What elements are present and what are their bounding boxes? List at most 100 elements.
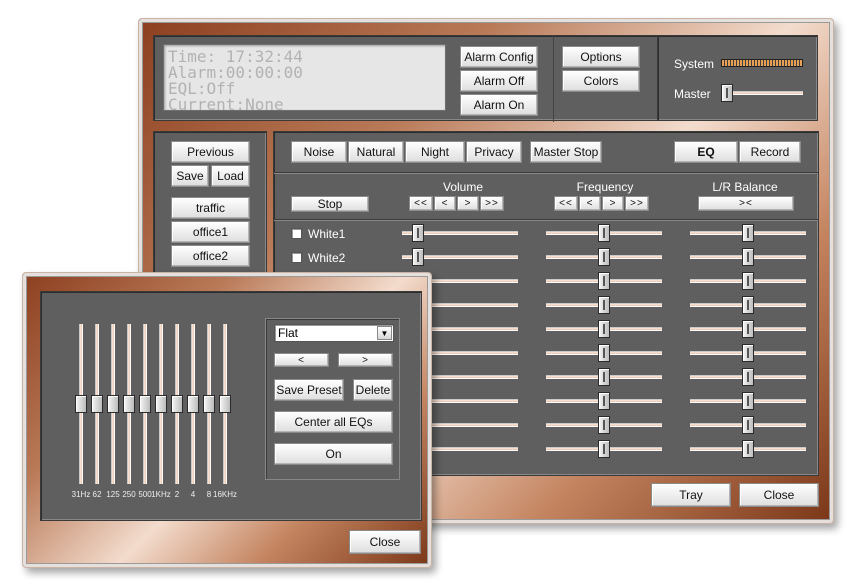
- eq-band-thumb[interactable]: [139, 395, 151, 413]
- channel-label: White1: [308, 227, 346, 241]
- privacy-button[interactable]: Privacy: [466, 141, 522, 163]
- eq-band-thumb[interactable]: [187, 395, 199, 413]
- eq-band-thumb[interactable]: [91, 395, 103, 413]
- eq-band-thumb[interactable]: [75, 395, 87, 413]
- balance-slider-thumb[interactable]: [742, 296, 754, 314]
- eq-on-button[interactable]: On: [274, 443, 393, 465]
- frequency-back-button[interactable]: <: [579, 196, 601, 211]
- frequency-slider-thumb[interactable]: [598, 224, 610, 242]
- balance-slider-thumb[interactable]: [742, 392, 754, 410]
- preset-traffic-button[interactable]: traffic: [171, 197, 250, 219]
- balance-slider-thumb[interactable]: [742, 344, 754, 362]
- master-stop-button[interactable]: Master Stop: [530, 141, 602, 163]
- balance-slider-thumb[interactable]: [742, 368, 754, 386]
- balance-slider-thumb[interactable]: [742, 416, 754, 434]
- frequency-slider-thumb[interactable]: [598, 320, 610, 338]
- eq-band-label: 8: [206, 490, 212, 499]
- eq-band-label: 250: [122, 490, 136, 499]
- channel-checkbox[interactable]: [291, 228, 302, 239]
- volume-fast-forward-button[interactable]: >>: [480, 196, 504, 211]
- frequency-slider-thumb[interactable]: [598, 272, 610, 290]
- eq-band-label: 2: [174, 490, 180, 499]
- eq-band-label: 500: [138, 490, 152, 499]
- balance-center-button[interactable]: ><: [698, 196, 794, 211]
- eq-band-thumb[interactable]: [203, 395, 215, 413]
- close-button[interactable]: Close: [739, 483, 819, 507]
- natural-button[interactable]: Natural: [348, 141, 404, 163]
- system-label: System: [674, 57, 715, 71]
- frequency-slider-thumb[interactable]: [598, 368, 610, 386]
- balance-slider-thumb[interactable]: [742, 248, 754, 266]
- balance-slider-thumb[interactable]: [742, 320, 754, 338]
- eq-band-thumb[interactable]: [107, 395, 119, 413]
- master-slider-track[interactable]: [721, 91, 803, 95]
- eq-band-thumb[interactable]: [123, 395, 135, 413]
- volume-slider-thumb[interactable]: [412, 224, 424, 242]
- preset-office2-button[interactable]: office2: [171, 245, 250, 267]
- alarm-off-button[interactable]: Alarm Off: [460, 70, 538, 92]
- balance-header: L/R Balance: [712, 180, 778, 194]
- frequency-slider-thumb[interactable]: [598, 416, 610, 434]
- lcd-current: Current:None: [168, 95, 284, 114]
- eq-next-preset-button[interactable]: >: [338, 353, 393, 367]
- master-slider-thumb[interactable]: [721, 84, 733, 102]
- stop-button[interactable]: Stop: [291, 196, 369, 212]
- eq-band-label: 1KHz: [151, 490, 171, 499]
- frequency-header: Frequency: [576, 180, 634, 194]
- save-preset-button[interactable]: Save Preset: [274, 379, 344, 401]
- volume-forward-button[interactable]: >: [457, 196, 479, 211]
- eq-band-label: 125: [106, 490, 120, 499]
- master-label: Master: [674, 87, 711, 101]
- frequency-rewind-button[interactable]: <<: [554, 196, 578, 211]
- delete-preset-button[interactable]: Delete: [353, 379, 393, 401]
- frequency-slider-thumb[interactable]: [598, 296, 610, 314]
- balance-slider-thumb[interactable]: [742, 272, 754, 290]
- frequency-forward-button[interactable]: >: [602, 196, 624, 211]
- center-all-eqs-button[interactable]: Center all EQs: [274, 411, 393, 433]
- volume-rewind-button[interactable]: <<: [409, 196, 433, 211]
- frequency-fast-forward-button[interactable]: >>: [625, 196, 649, 211]
- channel-label: White2: [308, 251, 346, 265]
- eq-preset-value: Flat: [278, 326, 299, 340]
- alarm-on-button[interactable]: Alarm On: [460, 94, 538, 116]
- eq-prev-preset-button[interactable]: <: [274, 353, 329, 367]
- channel-checkbox[interactable]: [291, 252, 302, 263]
- alarm-config-button[interactable]: Alarm Config: [460, 46, 538, 68]
- eq-band-label: 4: [190, 490, 196, 499]
- tray-button[interactable]: Tray: [651, 483, 731, 507]
- chevron-down-icon[interactable]: ▼: [377, 326, 392, 340]
- balance-slider-thumb[interactable]: [742, 440, 754, 458]
- frequency-slider-thumb[interactable]: [598, 248, 610, 266]
- options-button[interactable]: Options: [562, 46, 640, 68]
- toolbar-divider: [274, 172, 818, 173]
- record-button[interactable]: Record: [739, 141, 801, 163]
- eq-close-button[interactable]: Close: [349, 530, 421, 554]
- preset-office1-button[interactable]: office1: [171, 221, 250, 243]
- frequency-slider-thumb[interactable]: [598, 344, 610, 362]
- levels-panel: System Master: [657, 35, 818, 121]
- previous-button[interactable]: Previous: [171, 141, 250, 163]
- volume-back-button[interactable]: <: [434, 196, 456, 211]
- eq-band-label: 31Hz: [71, 490, 91, 499]
- status-panel: Time: 17:32:44 Alarm:00:00:00 EQL:Off Cu…: [153, 35, 687, 122]
- balance-slider-thumb[interactable]: [742, 224, 754, 242]
- noise-button[interactable]: Noise: [291, 141, 347, 163]
- eq-button[interactable]: EQ: [674, 141, 738, 163]
- eq-band-thumb[interactable]: [171, 395, 183, 413]
- eq-band-label: 16KHz: [212, 490, 238, 499]
- save-button[interactable]: Save: [171, 165, 209, 187]
- header-divider: [274, 219, 818, 220]
- eq-panel: 31Hz 62 125 250 500 1KHz 2 4 8 16KHz Flat ▼ < > S…: [40, 291, 422, 521]
- lcd-display: Time: 17:32:44 Alarm:00:00:00 EQL:Off Cu…: [163, 44, 446, 114]
- eq-preset-select[interactable]: Flat ▼: [274, 324, 394, 342]
- colors-button[interactable]: Colors: [562, 70, 640, 92]
- volume-header: Volume: [442, 180, 484, 194]
- volume-slider-thumb[interactable]: [412, 248, 424, 266]
- night-button[interactable]: Night: [405, 141, 465, 163]
- eq-band-label: 62: [92, 490, 102, 499]
- eq-band-thumb[interactable]: [219, 395, 231, 413]
- frequency-slider-thumb[interactable]: [598, 392, 610, 410]
- frequency-slider-thumb[interactable]: [598, 440, 610, 458]
- eq-band-thumb[interactable]: [155, 395, 167, 413]
- load-button[interactable]: Load: [211, 165, 250, 187]
